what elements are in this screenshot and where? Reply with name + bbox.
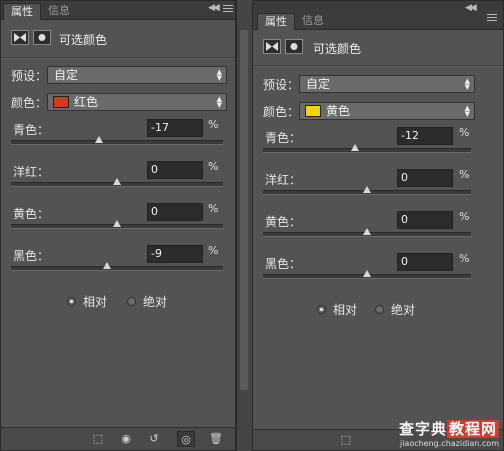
panel-tabbar: 属性 信息 ◀◀ bbox=[1, 1, 235, 20]
percent-unit: % bbox=[208, 202, 219, 215]
watermark-brand: 查字典 bbox=[398, 420, 447, 438]
percent-unit: % bbox=[459, 168, 470, 181]
chevron-updown-icon: ▲ ▼ bbox=[464, 77, 470, 91]
tab-info[interactable]: 信息 bbox=[295, 13, 331, 29]
preset-select[interactable]: 自定 ▲ ▼ bbox=[299, 75, 475, 93]
properties-panel-right: 属性 信息 ◀◀ 可选颜色 预设： 自定 ▲ ▼ 颜色： 黄色 ▲ ▼ 青色： -12… bbox=[252, 0, 504, 451]
properties-panel-left: 属性 信息 ◀◀ 可选颜色 预设： 自定 ▲ ▼ 颜色： 红色 ▲ ▼ 青色： -17… bbox=[0, 0, 236, 451]
view-previous-icon[interactable]: ◉ bbox=[117, 431, 135, 447]
tab-properties[interactable]: 属性 bbox=[257, 13, 295, 30]
adjustment-header: 可选颜色 bbox=[253, 31, 503, 59]
value-input-magenta[interactable]: 0 bbox=[147, 161, 203, 179]
percent-unit: % bbox=[208, 160, 219, 173]
slider-track-black[interactable] bbox=[11, 266, 223, 271]
watermark-highlight: 教程网 bbox=[446, 420, 499, 438]
panel-scrollbar[interactable] bbox=[236, 0, 252, 451]
value-input-magenta[interactable]: 0 bbox=[397, 169, 453, 187]
chevron-updown-icon: ▲ ▼ bbox=[216, 95, 222, 109]
tab-info[interactable]: 信息 bbox=[41, 3, 77, 19]
colors-label: 颜色： bbox=[11, 96, 48, 110]
radio-absolute-label: 绝对 bbox=[143, 295, 168, 309]
colors-value: 红色 bbox=[74, 95, 99, 109]
percent-unit: % bbox=[459, 126, 470, 139]
reset-icon[interactable]: ↺ bbox=[145, 431, 163, 447]
panel-tabbar: 属性 信息 ◀◀ bbox=[253, 3, 503, 30]
watermark: 查字典 教程网 jiaocheng.chazidian.com bbox=[399, 418, 499, 448]
slider-thumb-magenta[interactable] bbox=[363, 186, 371, 193]
radio-relative[interactable] bbox=[67, 297, 76, 306]
adjustment-header: 可选颜色 bbox=[1, 23, 235, 51]
panel-menu-icon[interactable] bbox=[487, 13, 497, 22]
radio-absolute-label: 绝对 bbox=[391, 303, 416, 317]
preset-label: 预设： bbox=[11, 69, 48, 83]
clip-to-layer-icon[interactable]: ⬚ bbox=[89, 431, 107, 447]
colors-label: 颜色： bbox=[263, 105, 300, 119]
adjustment-title: 可选颜色 bbox=[59, 33, 108, 47]
mask-icon[interactable] bbox=[33, 30, 51, 45]
slider-thumb-black[interactable] bbox=[103, 262, 112, 269]
slider-label-yellow: 黄色： bbox=[265, 215, 302, 229]
slider-track-cyan[interactable] bbox=[263, 148, 471, 153]
scrollbar-thumb[interactable] bbox=[240, 30, 248, 390]
slider-track-cyan[interactable] bbox=[11, 140, 223, 145]
slider-thumb-yellow[interactable] bbox=[113, 220, 121, 227]
colors-select[interactable]: 红色 ▲ ▼ bbox=[47, 93, 227, 111]
value-input-black[interactable]: -9 bbox=[147, 245, 203, 263]
adjustment-icon bbox=[11, 30, 29, 45]
slider-thumb-cyan[interactable] bbox=[350, 144, 359, 151]
chevron-updown-icon: ▲ ▼ bbox=[464, 104, 470, 118]
slider-thumb-magenta[interactable] bbox=[113, 178, 121, 185]
preset-value: 自定 bbox=[306, 77, 331, 91]
value-input-yellow[interactable]: 0 bbox=[147, 203, 203, 221]
watermark-url: jiaocheng.chazidian.com bbox=[399, 439, 499, 448]
collapse-icon[interactable]: ◀◀ bbox=[208, 3, 220, 13]
slider-label-yellow: 黄色： bbox=[13, 207, 50, 221]
percent-unit: % bbox=[208, 118, 219, 131]
divider bbox=[1, 57, 235, 59]
slider-thumb-yellow[interactable] bbox=[363, 228, 371, 235]
mask-icon[interactable] bbox=[285, 39, 303, 54]
preset-value: 自定 bbox=[54, 68, 79, 82]
clip-to-layer-icon[interactable]: ⬚ bbox=[337, 432, 355, 448]
divider bbox=[253, 65, 503, 67]
percent-unit: % bbox=[459, 210, 470, 223]
color-swatch bbox=[305, 105, 321, 117]
slider-label-cyan: 青色： bbox=[265, 131, 302, 145]
tab-properties[interactable]: 属性 bbox=[3, 3, 41, 20]
value-input-yellow[interactable]: 0 bbox=[397, 211, 453, 229]
panel-menu-icon[interactable] bbox=[223, 4, 233, 13]
panel-footer: ⬚ ◉ ↺ ◎ 🗑 bbox=[1, 427, 235, 450]
slider-label-magenta: 洋红： bbox=[13, 165, 50, 179]
colors-value: 黄色 bbox=[326, 104, 351, 118]
preset-label: 预设： bbox=[263, 78, 300, 92]
percent-unit: % bbox=[459, 252, 470, 265]
slider-label-cyan: 青色： bbox=[13, 123, 50, 137]
radio-absolute[interactable] bbox=[375, 305, 384, 314]
slider-label-black: 黑色： bbox=[13, 249, 50, 263]
preset-select[interactable]: 自定 ▲ ▼ bbox=[47, 66, 227, 84]
radio-relative[interactable] bbox=[317, 305, 326, 314]
adjustment-icon bbox=[263, 39, 281, 54]
value-input-cyan[interactable]: -17 bbox=[147, 119, 203, 137]
value-input-cyan[interactable]: -12 bbox=[397, 127, 453, 145]
colors-select[interactable]: 黄色 ▲ ▼ bbox=[299, 102, 475, 120]
percent-unit: % bbox=[208, 244, 219, 257]
slider-thumb-black[interactable] bbox=[363, 270, 371, 277]
value-input-black[interactable]: 0 bbox=[397, 253, 453, 271]
slider-label-black: 黑色： bbox=[265, 257, 302, 271]
chevron-updown-icon: ▲ ▼ bbox=[216, 68, 222, 82]
adjustment-title: 可选颜色 bbox=[313, 42, 362, 56]
slider-label-magenta: 洋红： bbox=[265, 173, 302, 187]
collapse-icon[interactable]: ◀◀ bbox=[465, 3, 477, 13]
slider-thumb-cyan[interactable] bbox=[94, 136, 103, 143]
radio-absolute[interactable] bbox=[127, 297, 136, 306]
radio-relative-label: 相对 bbox=[83, 295, 108, 309]
visibility-eye-icon[interactable]: ◎ bbox=[177, 431, 195, 447]
trash-icon[interactable]: 🗑 bbox=[207, 431, 225, 447]
radio-relative-label: 相对 bbox=[333, 303, 358, 317]
color-swatch bbox=[53, 96, 69, 108]
